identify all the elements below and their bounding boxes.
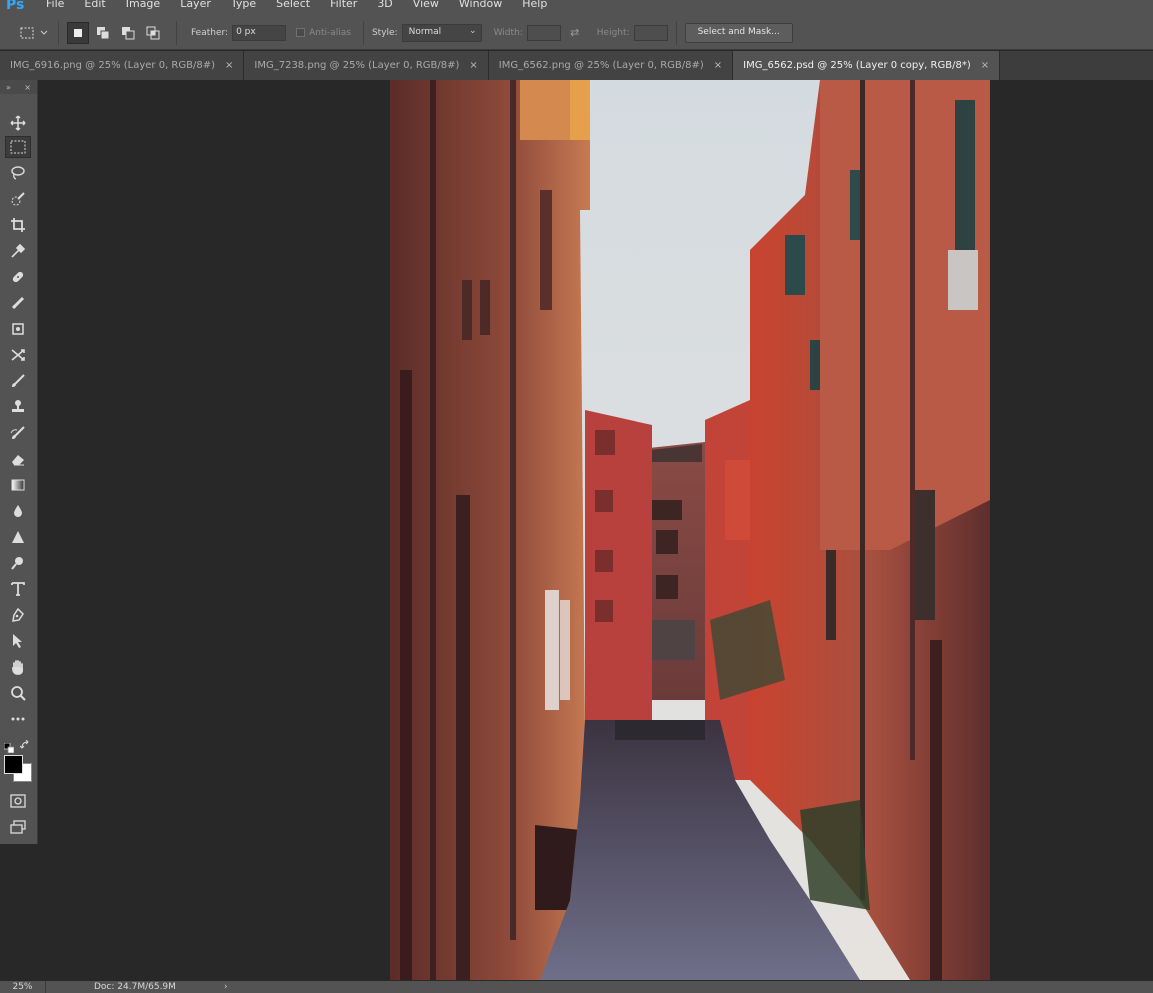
canvas-area[interactable] xyxy=(38,80,1153,980)
dodge-tool-icon[interactable] xyxy=(5,552,31,574)
options-divider xyxy=(176,20,177,45)
tab-label: IMG_6916.png @ 25% (Layer 0, RGB/8#) xyxy=(10,60,215,71)
new-selection-icon[interactable] xyxy=(67,21,89,44)
blur-tool-icon[interactable] xyxy=(5,500,31,522)
foreground-color-swatch[interactable] xyxy=(4,755,23,774)
menu-help[interactable]: Help xyxy=(512,0,557,16)
close-icon[interactable]: × xyxy=(981,60,989,71)
patch-tool-icon[interactable] xyxy=(5,318,31,340)
close-icon[interactable]: × xyxy=(469,60,477,71)
height-input[interactable] xyxy=(633,24,668,41)
height-label: Height: xyxy=(596,27,630,38)
antialias-option[interactable]: Anti-alias xyxy=(296,28,355,38)
menu-image[interactable]: Image xyxy=(116,0,170,16)
screen-mode-icon[interactable] xyxy=(5,816,31,838)
marquee-preset-icon[interactable] xyxy=(16,22,38,44)
chevron-down-icon: ⌄ xyxy=(469,25,477,36)
menu-layer[interactable]: Layer xyxy=(170,0,221,16)
add-to-selection-icon[interactable] xyxy=(92,22,114,44)
photoshop-window: Ps File Edit Image Layer Type Select Fil… xyxy=(0,0,1153,993)
intersect-selection-icon[interactable] xyxy=(142,22,164,44)
photoshop-logo: Ps xyxy=(6,0,25,13)
paint-brush-icon[interactable] xyxy=(5,370,31,392)
zoom-tool-icon[interactable] xyxy=(5,682,31,704)
crop-tool-icon[interactable] xyxy=(5,214,31,236)
tab-img-6562-png[interactable]: IMG_6562.png @ 25% (Layer 0, RGB/8#) × xyxy=(488,51,734,80)
more-tools-icon[interactable] xyxy=(5,708,31,730)
swap-colors-icon[interactable] xyxy=(19,737,32,749)
close-icon[interactable]: × xyxy=(225,60,233,71)
quick-selection-tool-icon[interactable] xyxy=(5,188,31,210)
default-colors-icon[interactable] xyxy=(3,738,15,754)
quick-mask-icon[interactable] xyxy=(5,790,31,812)
eyedropper-tool-icon[interactable] xyxy=(5,240,31,262)
tab-img-6562-psd[interactable]: IMG_6562.psd @ 25% (Layer 0 copy, RGB/8*… xyxy=(733,51,1001,80)
tab-img-6916[interactable]: IMG_6916.png @ 25% (Layer 0, RGB/8#) × xyxy=(0,51,245,80)
tab-img-7238[interactable]: IMG_7238.png @ 25% (Layer 0, RGB/8#) × xyxy=(244,51,489,80)
tab-label: IMG_7238.png @ 25% (Layer 0, RGB/8#) xyxy=(254,60,460,71)
options-divider xyxy=(58,20,59,45)
options-divider xyxy=(362,20,364,45)
menu-3d[interactable]: 3D xyxy=(367,0,402,16)
menu-view[interactable]: View xyxy=(403,0,449,16)
canal-photo xyxy=(390,80,990,980)
menu-window[interactable]: Window xyxy=(449,0,512,16)
eraser-tool-icon[interactable] xyxy=(5,448,31,470)
status-bar: 25% Doc: 24.7M/65.9M › xyxy=(0,981,1153,993)
document-tabs: IMG_6916.png @ 25% (Layer 0, RGB/8#) × I… xyxy=(0,51,1153,80)
menu-filter[interactable]: Filter xyxy=(320,0,367,16)
style-select[interactable]: Normal ⌄ xyxy=(401,23,482,42)
tab-label: IMG_6562.png @ 25% (Layer 0, RGB/8#) xyxy=(498,60,704,71)
history-brush-tool-icon[interactable] xyxy=(5,422,31,444)
type-tool-icon[interactable] xyxy=(5,578,31,600)
style-label: Style: xyxy=(371,27,398,38)
swap-icon[interactable]: ⇄ xyxy=(567,22,583,44)
options-divider xyxy=(675,20,677,45)
clone-stamp-tool-icon[interactable] xyxy=(5,396,31,418)
subtract-from-selection-icon[interactable] xyxy=(117,22,139,44)
menu-bar: Ps File Edit Image Layer Type Select Fil… xyxy=(0,0,1153,16)
select-and-mask-button[interactable]: Select and Mask... xyxy=(684,22,793,43)
close-icon[interactable]: × xyxy=(714,60,722,71)
feather-label: Feather: xyxy=(191,27,229,38)
width-label: Width: xyxy=(493,27,523,38)
close-panel-icon[interactable]: × xyxy=(24,83,31,92)
options-bar: Feather: 0 px Anti-alias Style: Normal ⌄… xyxy=(0,16,1153,50)
path-selection-tool-icon[interactable] xyxy=(5,630,31,652)
tools-panel: » × xyxy=(0,80,38,844)
lasso-tool-icon[interactable] xyxy=(5,162,31,184)
zoom-level[interactable]: 25% xyxy=(0,981,46,993)
chevron-right-icon[interactable]: › xyxy=(224,982,228,992)
tools-panel-header: » × xyxy=(0,80,37,94)
healing-brush-tool-icon[interactable] xyxy=(5,266,31,288)
canvas-image[interactable] xyxy=(390,80,990,980)
pen-tool-icon[interactable] xyxy=(5,604,31,626)
menu-select[interactable]: Select xyxy=(266,0,320,16)
collapse-icon[interactable]: » xyxy=(6,83,11,92)
menu-type[interactable]: Type xyxy=(221,0,266,16)
menu-edit[interactable]: Edit xyxy=(74,0,115,16)
tab-label: IMG_6562.psd @ 25% (Layer 0 copy, RGB/8*… xyxy=(743,60,971,71)
chevron-down-icon[interactable] xyxy=(38,22,50,44)
antialias-checkbox[interactable] xyxy=(296,28,306,37)
gradient-tool-icon[interactable] xyxy=(5,474,31,496)
content-aware-move-tool-icon[interactable] xyxy=(5,344,31,366)
sharpen-tool-icon[interactable] xyxy=(5,526,31,548)
rectangular-marquee-tool-icon[interactable] xyxy=(5,136,31,158)
feather-input[interactable]: 0 px xyxy=(232,24,287,41)
width-input[interactable] xyxy=(526,24,561,41)
style-value: Normal xyxy=(408,26,442,37)
move-tool-icon[interactable] xyxy=(5,112,31,134)
brush-tool-icon[interactable] xyxy=(5,292,31,314)
hand-tool-icon[interactable] xyxy=(5,656,31,678)
menu-file[interactable]: File xyxy=(36,0,74,16)
antialias-label: Anti-alias xyxy=(309,27,351,38)
document-info: Doc: 24.7M/65.9M xyxy=(94,982,176,992)
